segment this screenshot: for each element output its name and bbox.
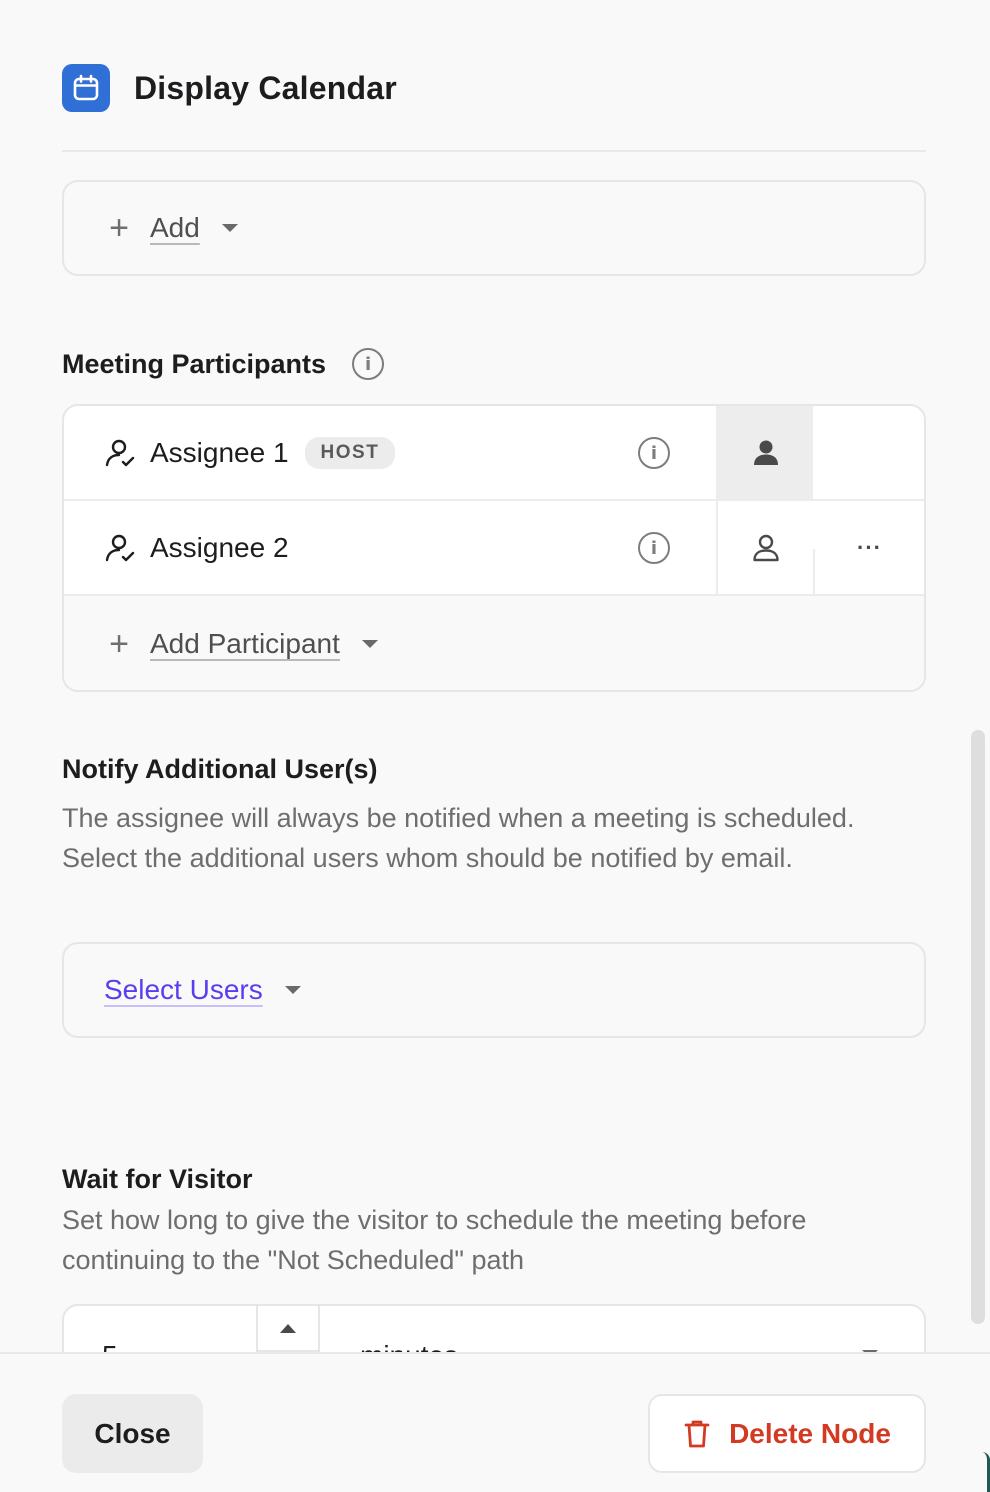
delete-node-button[interactable]: Delete Node — [648, 1394, 926, 1473]
corner-decoration — [982, 1452, 990, 1492]
person-outline-icon — [752, 534, 779, 561]
participant-row: Assignee 1 HOST i — [64, 406, 924, 501]
participant-main: Assignee 1 HOST — [104, 406, 396, 499]
trash-icon — [684, 1420, 710, 1447]
info-icon[interactable]: i — [638, 437, 670, 469]
select-users-label[interactable]: Select Users — [104, 974, 263, 1006]
info-icon[interactable]: i — [352, 348, 385, 380]
chevron-down-icon[interactable] — [361, 640, 378, 648]
more-horizontal-icon: ··· — [857, 534, 882, 560]
participant-main: Assignee 2 — [104, 501, 289, 594]
header-divider — [62, 150, 926, 152]
delete-node-label: Delete Node — [729, 1417, 891, 1449]
wait-description: Set how long to give the visitor to sche… — [62, 1205, 807, 1275]
add-card: + Add — [62, 180, 926, 276]
select-users-dropdown[interactable]: Select Users — [64, 944, 924, 1036]
participants-title: Meeting Participants — [62, 348, 327, 379]
assignee-icon — [105, 534, 135, 561]
chevron-up-icon — [280, 1323, 296, 1333]
notify-title: Notify Additional User(s) — [62, 754, 378, 784]
person-filled-icon — [753, 440, 778, 465]
chevron-down-icon[interactable] — [284, 986, 301, 994]
assignee-icon — [105, 439, 135, 466]
plus-icon: + — [109, 209, 129, 247]
scrollbar-thumb[interactable] — [971, 730, 985, 1324]
set-host-button[interactable] — [716, 406, 813, 499]
add-participant-dropdown[interactable]: + Add Participant — [64, 596, 924, 690]
more-options-button[interactable]: ··· — [813, 501, 924, 594]
chevron-down-icon[interactable] — [221, 224, 238, 232]
page-title: Display Calendar — [134, 69, 397, 106]
notify-description: The assignee will always be notified whe… — [62, 803, 855, 873]
add-label[interactable]: Add — [150, 212, 200, 244]
participant-row: Assignee 2 i ··· — [64, 501, 924, 596]
participant-name: Assignee 2 — [150, 531, 289, 563]
close-button[interactable]: Close — [62, 1394, 203, 1473]
plus-icon: + — [109, 625, 129, 663]
host-badge: HOST — [304, 436, 396, 469]
participants-heading: Meeting Participants i — [62, 348, 385, 380]
participant-name: Assignee 1 — [150, 436, 289, 468]
info-icon[interactable]: i — [638, 532, 670, 564]
panel-header: Display Calendar — [62, 64, 397, 112]
select-users-card: Select Users — [62, 942, 926, 1038]
add-dropdown[interactable]: + Add — [64, 182, 924, 274]
cell-separator — [813, 549, 815, 594]
participants-table: Assignee 1 HOST i Assignee 2 i ··· + Add… — [62, 404, 926, 692]
set-host-button[interactable] — [716, 501, 813, 594]
wait-title: Wait for Visitor — [62, 1164, 253, 1194]
calendar-icon — [62, 64, 110, 112]
panel-footer: Close Delete Node — [0, 1352, 990, 1492]
add-participant-label[interactable]: Add Participant — [150, 628, 340, 660]
increment-button[interactable] — [256, 1306, 320, 1352]
